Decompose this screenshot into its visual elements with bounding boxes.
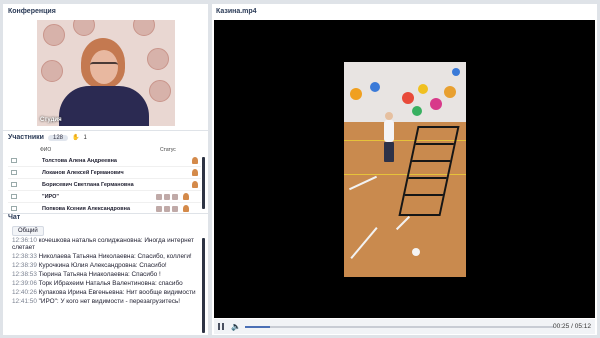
time-display: 00:25 / 05:12	[553, 323, 591, 330]
participant-name: "ИРО"	[42, 193, 60, 200]
child-legs	[384, 142, 394, 162]
current-time: 00:25	[553, 323, 570, 330]
message-time: 12:40:26	[12, 289, 37, 297]
video-panel: Казина.mp4 🔈 00:25 / 05:12	[212, 4, 597, 335]
message-text: "ИРО": У кого нет видимости - перезагруз…	[36, 298, 181, 306]
screen-icon[interactable]	[172, 193, 178, 200]
column-status[interactable]: Статус	[160, 147, 176, 153]
camera-icon[interactable]	[164, 205, 170, 212]
message-time: 12:41:50	[12, 298, 37, 306]
chat-message: 12:41:50 "ИРО": У кого нет видимости - п…	[12, 298, 198, 305]
webcam-video[interactable]: Студия	[37, 20, 175, 126]
message-text: Тюрина Татьяна Ниаколаевна: Спасибо !	[36, 271, 161, 279]
participant-checkbox[interactable]	[11, 158, 17, 163]
seek-progress	[245, 326, 270, 328]
wall-logo	[149, 80, 171, 102]
child-body	[384, 120, 394, 142]
user-icon	[183, 193, 189, 200]
participant-name: Локанов Алексей Германович	[42, 169, 124, 176]
participant-row[interactable]: "ИРО"	[8, 191, 201, 203]
balloon	[350, 88, 362, 100]
participants-panel: Участники 128 ✋ 1 ФИО Статус Толстова Ал…	[3, 131, 208, 215]
wall-logo	[73, 20, 95, 36]
video-title: Казина.mp4	[216, 8, 257, 15]
chat-tab-general[interactable]: Общий	[12, 226, 44, 236]
balloon	[430, 98, 442, 110]
message-text: кочешкова наталья солидж­ановна: Иногда …	[12, 237, 194, 252]
camera-label: Студия	[40, 117, 62, 123]
participants-title: Участники	[8, 134, 44, 141]
wall-logo	[41, 60, 63, 82]
user-icon	[183, 205, 189, 212]
conference-panel: Конференция Студия	[3, 4, 208, 130]
message-text: Николаева Татьяна Николаевна: Спасибо, к…	[36, 253, 192, 261]
balloon	[418, 84, 428, 94]
message-text: Кулакова Ирина Евгеньевна: Нит вообще ви…	[36, 289, 196, 297]
chat-message: 12:38:39 Курочкина Юлия Александровна: С…	[12, 262, 198, 269]
seek-bar[interactable]	[245, 326, 554, 328]
floor-spot	[412, 248, 420, 256]
chat-message: 12:39:06 Торк Ибрахеим Наталья Валентино…	[12, 280, 198, 287]
video-player[interactable]	[214, 20, 595, 318]
participant-checkbox[interactable]	[11, 206, 17, 211]
floor-marking	[350, 227, 378, 259]
microphone-icon[interactable]	[156, 205, 162, 212]
chat-scrollbar[interactable]	[202, 238, 205, 333]
balloon	[402, 92, 414, 104]
participant-name: Толстова Алена Андреевна	[42, 157, 117, 164]
raised-hands-count: 1	[83, 134, 87, 141]
chat-message: 12:36:10 кочешкова наталья солидж­ановна…	[12, 237, 198, 252]
duration: 05:12	[574, 323, 591, 330]
floor-marking	[348, 175, 378, 191]
participant-row[interactable]: Борисевич Светлана Германовна	[8, 179, 201, 191]
conference-title: Конференция	[8, 8, 56, 15]
chat-title: Чат	[8, 214, 21, 221]
participant-name: Борисевич Светлана Германовна	[42, 181, 134, 188]
wall-logo	[43, 24, 65, 46]
floor-marking	[395, 215, 411, 231]
user-icon	[192, 157, 198, 164]
video-frame	[344, 62, 466, 277]
message-time: 12:38:39	[12, 262, 37, 270]
message-text: Торк Ибрахеим Наталья Валентиновна: спас…	[36, 280, 183, 288]
camera-icon[interactable]	[164, 193, 170, 200]
raised-hand-icon[interactable]: ✋	[72, 134, 79, 141]
balloon	[444, 86, 456, 98]
participant-checkbox[interactable]	[11, 182, 17, 187]
chat-log: 12:36:10 кочешкова наталья солидж­ановна…	[12, 237, 198, 307]
volume-icon[interactable]: 🔈	[231, 322, 241, 331]
wall-logo	[147, 48, 169, 70]
participant-name: Попкова Ксения Александровна	[42, 205, 131, 212]
wall-logo	[133, 20, 155, 36]
chat-message: 12:38:33 Николаева Татьяна Николаевна: С…	[12, 253, 198, 260]
user-icon	[192, 169, 198, 176]
pause-icon[interactable]	[218, 323, 225, 330]
participant-checkbox[interactable]	[11, 194, 17, 199]
screen-icon[interactable]	[172, 205, 178, 212]
balloon	[412, 106, 422, 116]
player-controls: 🔈 00:25 / 05:12	[214, 319, 595, 334]
speaker-body	[59, 86, 149, 126]
child-head	[385, 112, 393, 120]
user-icon	[192, 181, 198, 188]
message-time: 12:36:10	[12, 237, 37, 244]
participants-scrollbar[interactable]	[202, 157, 205, 209]
participant-row[interactable]: Толстова Алена Андреевна	[8, 155, 201, 167]
message-text: Курочкина Юлия Александровна: Спасибо!	[36, 262, 167, 270]
balloon	[452, 68, 460, 76]
balloon	[370, 82, 380, 92]
column-name[interactable]: ФИО	[40, 147, 51, 153]
speaker-glasses	[90, 62, 118, 68]
participants-count-badge: 128	[47, 134, 68, 141]
message-time: 12:39:06	[12, 280, 37, 288]
chat-panel: Чат Общий 12:36:10 кочешкова наталья сол…	[3, 214, 208, 335]
chat-message: 12:40:26 Кулакова Ирина Евгеньевна: Нит …	[12, 289, 198, 296]
participant-checkbox[interactable]	[11, 170, 17, 175]
message-time: 12:38:53	[12, 271, 37, 279]
message-time: 12:38:33	[12, 253, 37, 261]
participant-row[interactable]: Локанов Алексей Германович	[8, 167, 201, 179]
participants-header: Участники 128 ✋ 1	[8, 134, 87, 141]
microphone-icon[interactable]	[156, 193, 162, 200]
chat-message: 12:38:53 Тюрина Татьяна Ниаколаевна: Спа…	[12, 271, 198, 278]
